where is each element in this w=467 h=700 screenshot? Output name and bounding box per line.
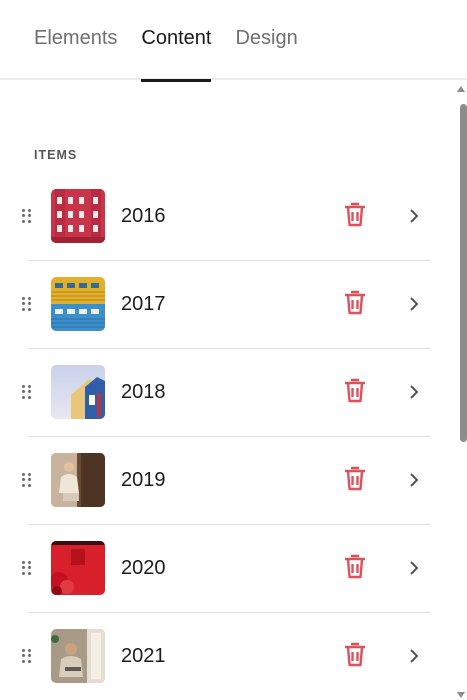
tab-bar: Elements Content Design (0, 0, 467, 82)
list-item[interactable]: 2021 (0, 612, 460, 700)
tab-elements[interactable]: Elements (34, 0, 117, 80)
item-thumbnail (51, 629, 105, 683)
delete-trash-icon[interactable] (342, 641, 370, 671)
scrollbar-thumb[interactable] (460, 104, 467, 442)
item-thumbnail (51, 453, 105, 507)
items-list: 2016 2017 2018 2019 2020 2021 (0, 172, 460, 700)
list-item[interactable]: 2016 (0, 172, 460, 260)
tab-design[interactable]: Design (235, 0, 297, 80)
drag-handle-icon[interactable] (22, 561, 32, 575)
drag-handle-icon[interactable] (22, 297, 32, 311)
chevron-right-icon[interactable] (406, 648, 422, 664)
delete-trash-icon[interactable] (342, 201, 370, 231)
chevron-right-icon[interactable] (406, 384, 422, 400)
item-label: 2019 (121, 468, 166, 491)
list-item[interactable]: 2020 (0, 524, 460, 612)
chevron-right-icon[interactable] (406, 472, 422, 488)
item-thumbnail (51, 541, 105, 595)
content-panel: Elements Content Design ITEMS 2016 2017 … (0, 0, 467, 700)
list-item[interactable]: 2019 (0, 436, 460, 524)
item-label: 2020 (121, 556, 166, 579)
item-label: 2018 (121, 380, 166, 403)
delete-trash-icon[interactable] (342, 377, 370, 407)
item-label: 2016 (121, 204, 166, 227)
item-label: 2021 (121, 644, 166, 667)
item-thumbnail (51, 277, 105, 331)
list-item[interactable]: 2017 (0, 260, 460, 348)
drag-handle-icon[interactable] (22, 385, 32, 399)
chevron-right-icon[interactable] (406, 560, 422, 576)
chevron-right-icon[interactable] (406, 296, 422, 312)
delete-trash-icon[interactable] (342, 553, 370, 583)
delete-trash-icon[interactable] (342, 289, 370, 319)
tab-content[interactable]: Content (141, 0, 212, 82)
drag-handle-icon[interactable] (22, 209, 32, 223)
item-thumbnail (51, 365, 105, 419)
scroll-up-arrow[interactable] (457, 86, 465, 92)
item-label: 2017 (121, 292, 166, 315)
item-thumbnail (51, 189, 105, 243)
items-section-label: ITEMS (34, 148, 78, 162)
list-item[interactable]: 2018 (0, 348, 460, 436)
chevron-right-icon[interactable] (406, 208, 422, 224)
drag-handle-icon[interactable] (22, 649, 32, 663)
delete-trash-icon[interactable] (342, 465, 370, 495)
drag-handle-icon[interactable] (22, 473, 32, 487)
